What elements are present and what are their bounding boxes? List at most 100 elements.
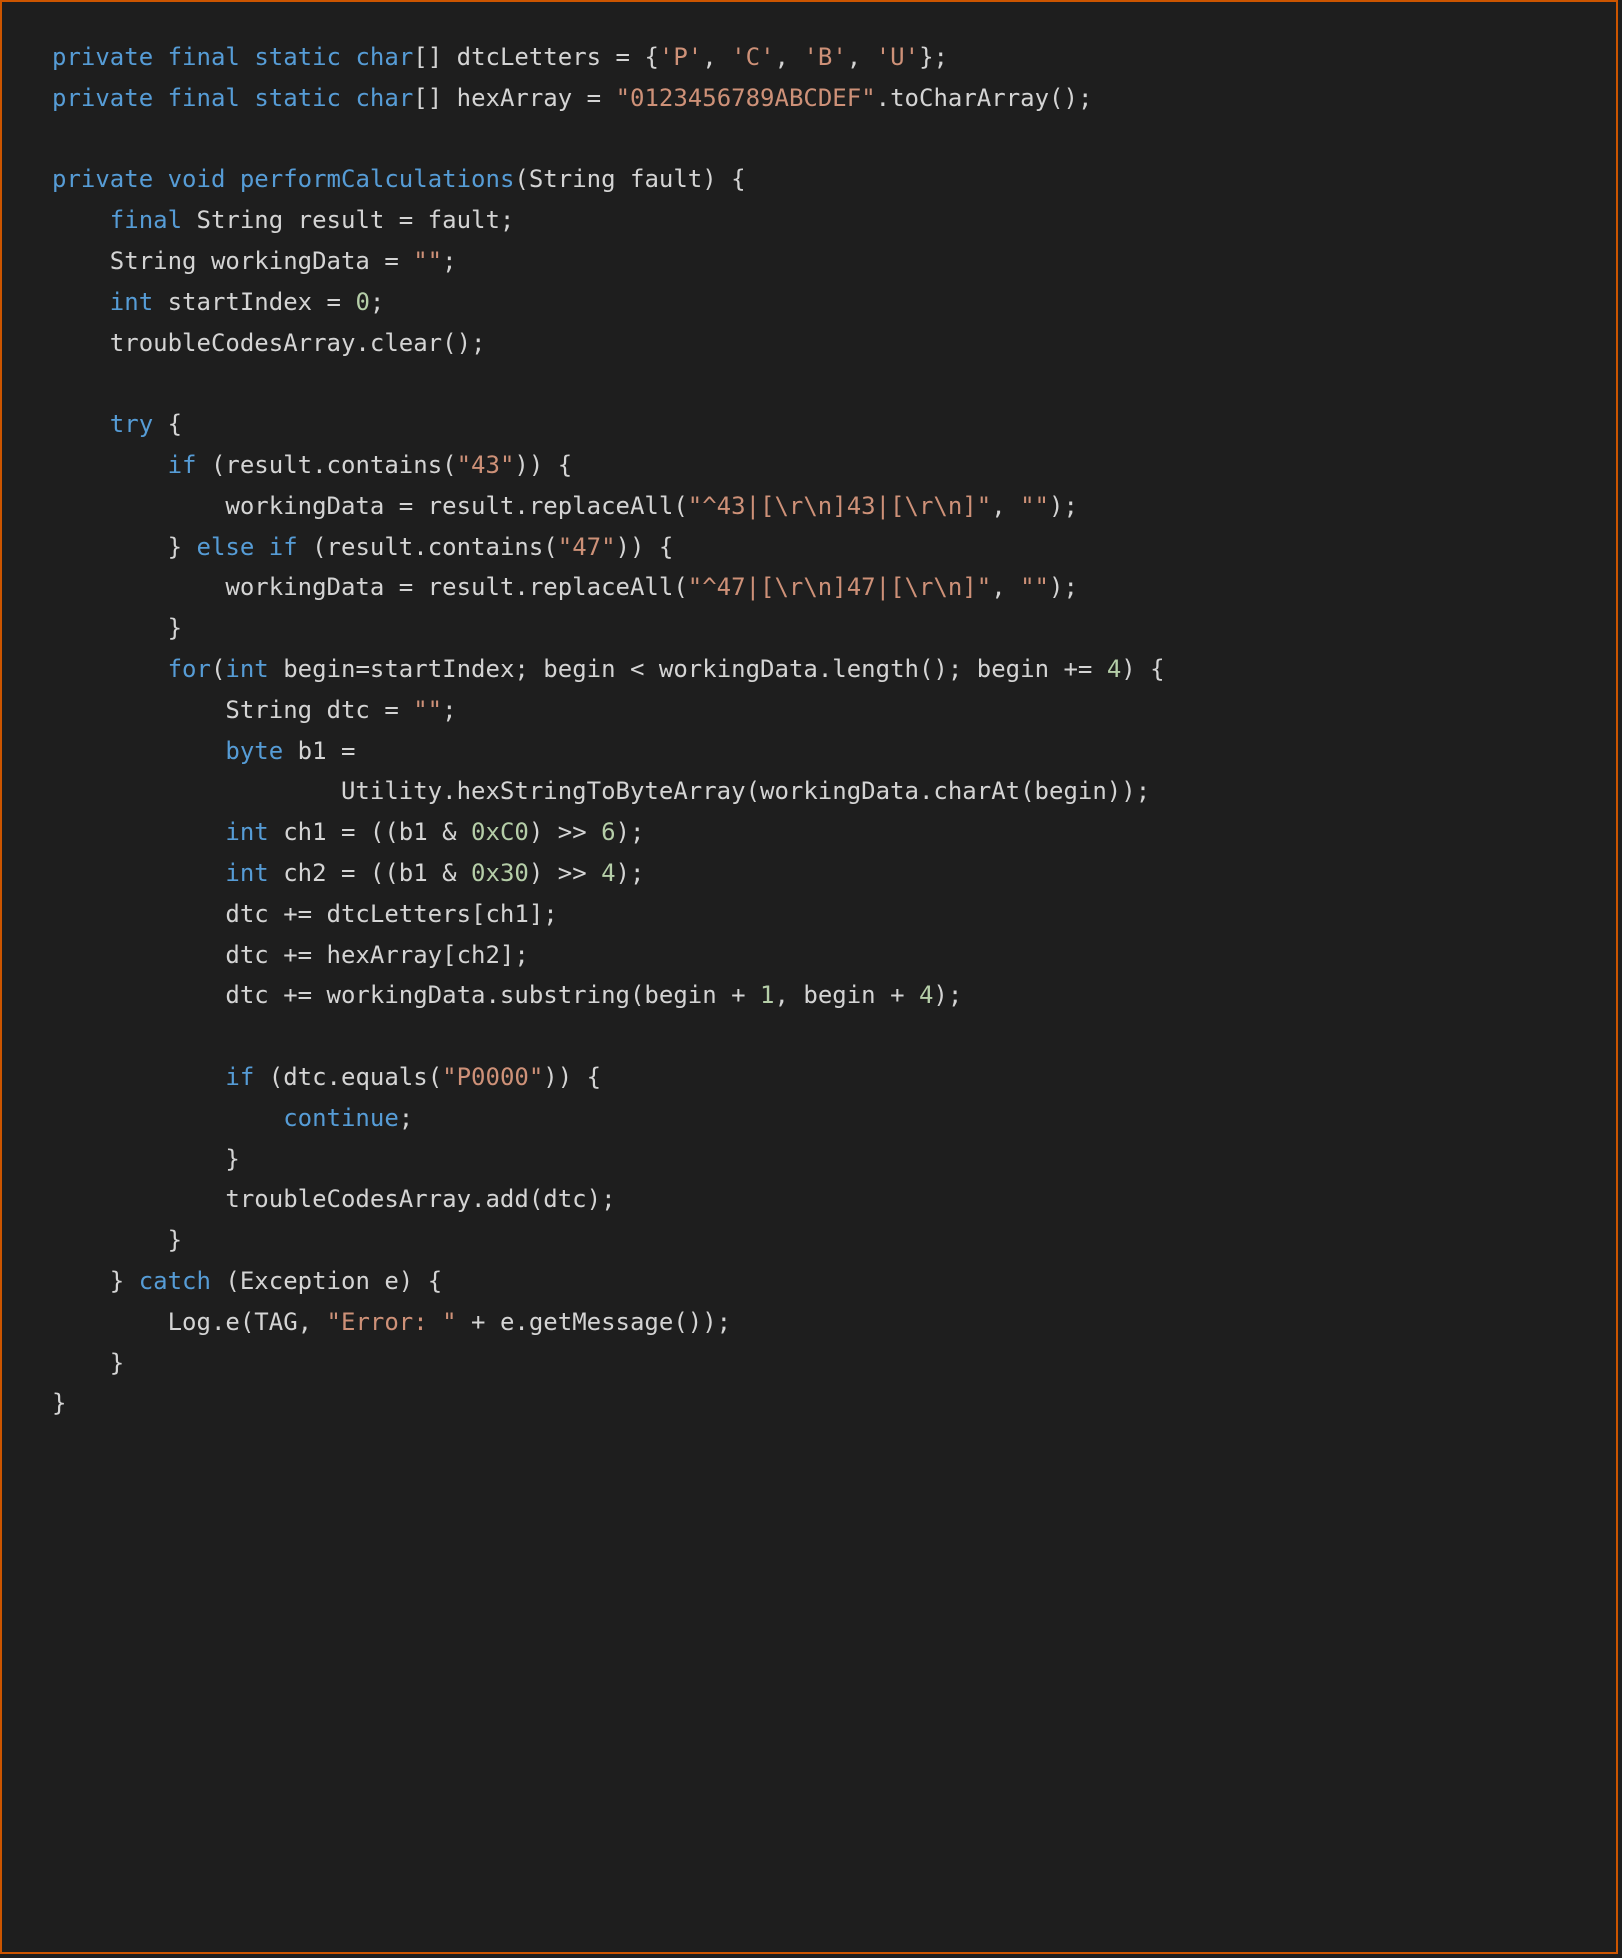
- token-str: 'C': [731, 43, 774, 71]
- token: + e.getMessage());: [457, 1308, 732, 1336]
- code-line[interactable]: String dtc = "";: [52, 690, 1566, 731]
- code-line[interactable]: troubleCodesArray.clear();: [52, 323, 1566, 364]
- code-line[interactable]: }: [52, 1220, 1566, 1261]
- code-line[interactable]: workingData = result.replaceAll("^43|[\r…: [52, 486, 1566, 527]
- token: dtc += workingData.substring(begin +: [52, 981, 760, 1009]
- code-line[interactable]: int ch1 = ((b1 & 0xC0) >> 6);: [52, 812, 1566, 853]
- token: ) >>: [529, 818, 601, 846]
- token-kw: final: [168, 43, 240, 71]
- code-line[interactable]: }: [52, 1139, 1566, 1180]
- code-line[interactable]: try {: [52, 404, 1566, 445]
- token-num: 0x30: [471, 859, 529, 887]
- token: dtc += hexArray[ch2];: [52, 941, 529, 969]
- token-num: 4: [919, 981, 933, 1009]
- code-line[interactable]: dtc += workingData.substring(begin + 1, …: [52, 975, 1566, 1016]
- code-line[interactable]: }: [52, 1383, 1566, 1424]
- token: [153, 43, 167, 71]
- token-kw: if: [269, 533, 298, 561]
- token-type: char: [355, 84, 413, 112]
- token: [] dtcLetters = {: [413, 43, 659, 71]
- token: b1 =: [283, 737, 355, 765]
- token: workingData = result.replaceAll(: [52, 573, 688, 601]
- token: troubleCodesArray.clear();: [52, 329, 485, 357]
- token-kw: private: [52, 84, 153, 112]
- token: Utility.hexStringToByteArray(workingData…: [52, 777, 1150, 805]
- token: )) {: [514, 451, 572, 479]
- token-type: int: [225, 859, 268, 887]
- token-kw: static: [254, 43, 341, 71]
- token: String workingData =: [52, 247, 413, 275]
- code-line[interactable]: Utility.hexStringToByteArray(workingData…: [52, 771, 1566, 812]
- token: [52, 1063, 225, 1091]
- code-line[interactable]: private final static char[] hexArray = "…: [52, 78, 1566, 119]
- token: [52, 655, 168, 683]
- token: }: [52, 614, 182, 642]
- code-line[interactable]: [52, 1016, 1566, 1057]
- token-str: 'U': [876, 43, 919, 71]
- token: [153, 165, 167, 193]
- token: , begin +: [774, 981, 919, 1009]
- token: {: [153, 410, 182, 438]
- code-block[interactable]: private final static char[] dtcLetters =…: [52, 37, 1566, 1424]
- token: [52, 737, 225, 765]
- token-str: "Error: ": [327, 1308, 457, 1336]
- code-line[interactable]: for(int begin=startIndex; begin < workin…: [52, 649, 1566, 690]
- code-line[interactable]: } else if (result.contains("47")) {: [52, 527, 1566, 568]
- token: workingData = result.replaceAll(: [52, 492, 688, 520]
- token-str: "P0000": [442, 1063, 543, 1091]
- token-num: 1: [760, 981, 774, 1009]
- token: ) {: [1121, 655, 1164, 683]
- token-str: "0123456789ABCDEF": [616, 84, 876, 112]
- token: (dtc.equals(: [254, 1063, 442, 1091]
- code-line[interactable]: if (result.contains("43")) {: [52, 445, 1566, 486]
- code-line[interactable]: Log.e(TAG, "Error: " + e.getMessage());: [52, 1302, 1566, 1343]
- code-line[interactable]: if (dtc.equals("P0000")) {: [52, 1057, 1566, 1098]
- token-kw: private: [52, 165, 153, 193]
- token: String result = fault;: [182, 206, 514, 234]
- token-str: "": [1020, 573, 1049, 601]
- code-line[interactable]: private void performCalculations(String …: [52, 159, 1566, 200]
- code-line[interactable]: byte b1 =: [52, 731, 1566, 772]
- token-fn-decl: performCalculations: [240, 165, 515, 193]
- code-line[interactable]: }: [52, 1343, 1566, 1384]
- token-kw: final: [110, 206, 182, 234]
- code-line[interactable]: private final static char[] dtcLetters =…: [52, 37, 1566, 78]
- code-line[interactable]: int startIndex = 0;: [52, 282, 1566, 323]
- code-line[interactable]: continue;: [52, 1098, 1566, 1139]
- token: [52, 206, 110, 234]
- token: ,: [847, 43, 876, 71]
- token: ;: [399, 1104, 413, 1132]
- code-line[interactable]: [52, 119, 1566, 160]
- code-line[interactable]: troubleCodesArray.add(dtc);: [52, 1179, 1566, 1220]
- token-str: 'B': [803, 43, 846, 71]
- code-line[interactable]: String workingData = "";: [52, 241, 1566, 282]
- token: }: [52, 1226, 182, 1254]
- token: ;: [370, 288, 384, 316]
- code-line[interactable]: dtc += dtcLetters[ch1];: [52, 894, 1566, 935]
- token: [240, 84, 254, 112]
- code-line[interactable]: } catch (Exception e) {: [52, 1261, 1566, 1302]
- token-type: byte: [225, 737, 283, 765]
- code-line[interactable]: workingData = result.replaceAll("^47|[\r…: [52, 567, 1566, 608]
- token: .toCharArray();: [876, 84, 1093, 112]
- token-str: "^47|[\r\n]47|[\r\n]": [688, 573, 991, 601]
- token-kw: static: [254, 84, 341, 112]
- code-line[interactable]: [52, 363, 1566, 404]
- token: [52, 410, 110, 438]
- token-str: "": [413, 247, 442, 275]
- token: Log.e(TAG,: [52, 1308, 327, 1336]
- token: [] hexArray =: [413, 84, 615, 112]
- code-line[interactable]: dtc += hexArray[ch2];: [52, 935, 1566, 976]
- token: [254, 533, 268, 561]
- code-editor[interactable]: private final static char[] dtcLetters =…: [0, 0, 1618, 1954]
- token: (String fault) {: [514, 165, 745, 193]
- token-str: "": [1020, 492, 1049, 520]
- token: ,: [991, 573, 1020, 601]
- code-line[interactable]: final String result = fault;: [52, 200, 1566, 241]
- code-line[interactable]: int ch2 = ((b1 & 0x30) >> 4);: [52, 853, 1566, 894]
- token: ,: [702, 43, 731, 71]
- token-kw: if: [225, 1063, 254, 1091]
- token: }: [52, 1389, 66, 1417]
- token-num: 0: [355, 288, 369, 316]
- code-line[interactable]: }: [52, 608, 1566, 649]
